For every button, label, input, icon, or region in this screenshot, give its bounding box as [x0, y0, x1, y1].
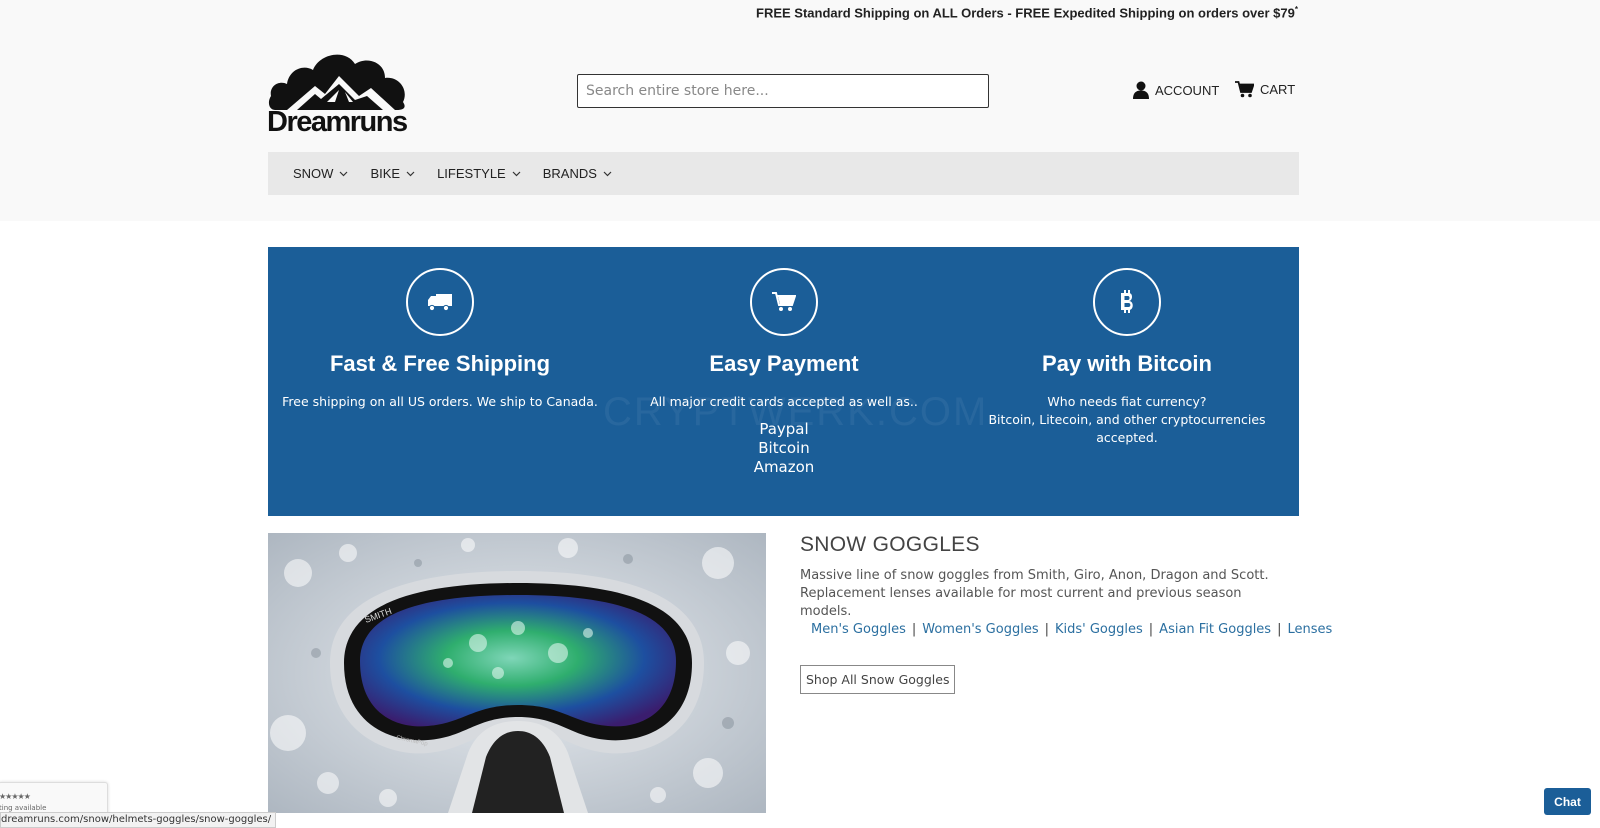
link-lenses[interactable]: Lenses — [1287, 622, 1332, 637]
feature-desc-line: Bitcoin, Litecoin, and other cryptocurre… — [988, 412, 1266, 445]
chat-button[interactable]: Chat — [1544, 788, 1591, 815]
feature-title: Fast & Free Shipping — [329, 351, 551, 376]
link-asian-fit-goggles[interactable]: Asian Fit Goggles — [1159, 622, 1271, 637]
site-logo[interactable]: Dreamruns — [267, 46, 417, 138]
cart-icon — [1235, 81, 1254, 98]
logo-wordmark: Dreamruns — [267, 106, 408, 138]
category-links: Men's Goggles | Women's Goggles | Kids' Gogg… — [811, 622, 1332, 637]
account-link[interactable]: ACCOUNT — [1133, 81, 1219, 99]
link-womens-goggles[interactable]: Women's Goggles — [922, 622, 1038, 637]
feature-title: Pay with Bitcoin — [1042, 351, 1212, 376]
rating-stars: ★★★★★ — [0, 792, 31, 801]
cart-link[interactable]: CART — [1235, 81, 1295, 98]
bitcoin-icon-circle — [1093, 268, 1161, 336]
nav-item-label: LIFESTYLE — [437, 166, 506, 181]
feature-desc: All major credit cards accepted as well … — [650, 394, 918, 409]
snow-goggles-image[interactable]: SMITH ChromaPop — [268, 533, 766, 813]
nav-item-label: BRANDS — [542, 166, 597, 181]
recaptcha-text: ting available — [0, 804, 47, 812]
features-banner: Fast & Free Shipping Free shipping on al… — [268, 247, 1299, 516]
link-separator: | — [1044, 622, 1049, 637]
feature-desc: Free shipping on all US orders. We ship … — [282, 394, 598, 409]
payment-method: Paypal — [759, 420, 809, 438]
chevron-down-icon — [406, 171, 415, 176]
cart-icon — [772, 292, 796, 311]
nav-item-snow[interactable]: SNOW — [293, 166, 348, 181]
truck-icon-circle — [406, 268, 474, 336]
promo-banner: FREE Standard Shipping on ALL Orders - F… — [756, 5, 1298, 20]
cart-label: CART — [1260, 82, 1296, 97]
category-desc-line: Massive line of snow goggles from Smith,… — [800, 568, 1269, 583]
nav-item-label: SNOW — [293, 166, 334, 181]
chevron-down-icon — [512, 171, 521, 176]
category-desc: Massive line of snow goggles from Smith,… — [800, 567, 1280, 621]
feature-desc: Who needs fiat currency? Bitcoin, Liteco… — [965, 393, 1289, 447]
goggles-illustration: SMITH ChromaPop — [268, 533, 766, 813]
cart-icon-circle — [750, 268, 818, 336]
link-kids-goggles[interactable]: Kids' Goggles — [1055, 622, 1143, 637]
nav-item-bike[interactable]: BIKE — [370, 166, 415, 181]
nav-item-label: BIKE — [370, 166, 401, 181]
feature-desc-line: Who needs fiat currency? — [1047, 394, 1207, 409]
status-bar-url: dreamruns.com/snow/helmets-goggles/snow-… — [0, 812, 277, 828]
user-icon — [1133, 81, 1149, 99]
link-separator: | — [1148, 622, 1154, 637]
bitcoin-icon — [1121, 290, 1133, 313]
nav-item-lifestyle[interactable]: LIFESTYLE — [437, 166, 521, 181]
feature-title: Easy Payment — [709, 351, 859, 376]
chevron-down-icon — [340, 171, 348, 176]
mountain-cloud-logo-icon — [268, 54, 405, 110]
link-mens-goggles[interactable]: Men's Goggles — [811, 622, 906, 637]
search-input[interactable] — [577, 74, 989, 108]
truck-icon — [428, 294, 452, 312]
promo-text: FREE Standard Shipping on ALL Orders - F… — [756, 5, 1295, 21]
payment-method: Amazon — [753, 458, 815, 476]
link-separator: | — [1277, 622, 1282, 637]
category-title: SNOW GOGGLES — [800, 533, 980, 556]
chevron-down-icon — [603, 171, 612, 176]
account-label: ACCOUNT — [1155, 82, 1220, 98]
category-desc-line: Replacement lenses available for most cu… — [800, 586, 1242, 619]
payment-methods: Paypal Bitcoin Amazon — [612, 420, 956, 477]
nav-item-brands[interactable]: BRANDS — [543, 166, 612, 181]
main-nav: SNOW BIKE LIFESTYLE BRANDS — [268, 152, 1299, 195]
promo-mark: * — [1294, 5, 1298, 14]
shop-all-goggles-button[interactable]: Shop All Snow Goggles — [800, 665, 956, 694]
payment-method: Bitcoin — [758, 439, 810, 457]
link-separator: | — [911, 622, 917, 637]
